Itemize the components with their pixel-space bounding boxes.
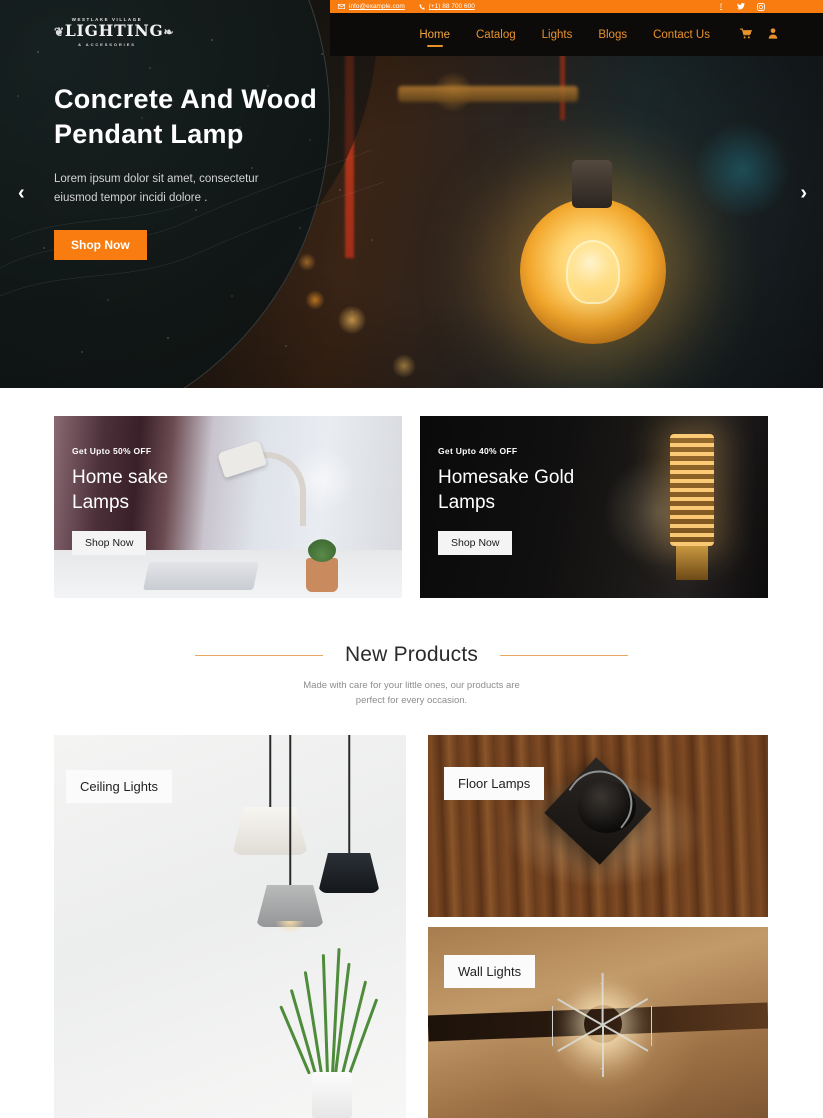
promo-left-title: Home sake Lamps	[72, 465, 168, 515]
top-contact-bar: info@example.com (+1) 88 700 600 f	[330, 0, 823, 13]
envelope-icon	[338, 4, 345, 9]
product-card-ceiling-lights[interactable]: Ceiling Lights	[54, 735, 406, 1118]
geometric-cage-lamp	[550, 973, 654, 1077]
hero-subtitle-line-2: eiusmod tempor incidi dolore .	[54, 192, 208, 204]
carousel-next-button[interactable]: ›	[800, 183, 807, 203]
site-logo[interactable]: WESTLAKE VILLAGE ❦LIGHTING❧ & ACCESSORIE…	[54, 17, 174, 47]
logo-ornament-left-icon: ❦	[54, 25, 65, 39]
section-title: New Products	[344, 643, 479, 666]
user-glyph-icon	[768, 27, 778, 39]
product-category-grid: Ceiling Lights Floor Lamps Wall Lights	[0, 735, 823, 1118]
promo-right-content: Get Upto 40% OFF Homesake Gold Lamps Sho…	[438, 446, 574, 555]
shopping-cart-icon[interactable]	[740, 27, 753, 42]
twitter-icon[interactable]	[737, 3, 745, 11]
heading-rule-right	[500, 654, 629, 656]
user-account-icon[interactable]	[768, 27, 778, 42]
hero-content: Concrete And Wood Pendant Lamp Lorem ips…	[54, 82, 394, 260]
gold-lamp-base	[676, 546, 708, 580]
promo-card-homesake-gold-lamps[interactable]: Get Upto 40% OFF Homesake Gold Lamps Sho…	[420, 416, 768, 598]
promo-right-title-line-1: Homesake Gold	[438, 467, 575, 488]
hero-title-line-1: Concrete And Wood	[54, 84, 318, 114]
logo-ornament-right-icon: ❧	[163, 25, 175, 39]
section-subtitle-line-2: perfect for every occasion.	[355, 695, 468, 706]
phone-text: (+1) 88 700 600	[428, 3, 475, 10]
floor-lamps-label: Floor Lamps	[444, 767, 545, 800]
pendant-shade	[318, 853, 380, 893]
section-subtitle: Made with care for your little ones, our…	[0, 678, 823, 708]
potted-plant-prop	[306, 538, 338, 592]
pendant-shade	[232, 807, 308, 855]
hero-subtitle: Lorem ipsum dolor sit amet, consectetur …	[54, 170, 394, 208]
nav-item-contact-us[interactable]: Contact Us	[653, 29, 710, 41]
promo-left-content: Get Upto 50% OFF Home sake Lamps Shop No…	[72, 446, 168, 555]
email-link[interactable]: info@example.com	[338, 3, 405, 10]
nav-item-catalog[interactable]: Catalog	[476, 29, 516, 41]
facebook-icon[interactable]: f	[717, 3, 725, 11]
section-subtitle-line-1: Made with care for your little ones, our…	[303, 680, 520, 691]
hero-title-line-2: Pendant Lamp	[54, 119, 244, 149]
page-root: ‹ › Concrete And Wood Pendant Lamp Lorem…	[0, 0, 823, 1118]
new-products-heading-block: New Products Made with care for your lit…	[0, 643, 823, 708]
logo-wordmark: ❦LIGHTING❧	[54, 22, 174, 41]
instagram-glyph-icon	[757, 2, 765, 11]
nav-item-blogs[interactable]: Blogs	[598, 29, 627, 41]
promo-left-shop-now-button[interactable]: Shop Now	[72, 531, 147, 555]
gold-lamp-body	[670, 434, 714, 546]
product-card-floor-lamps[interactable]: Floor Lamps	[428, 735, 768, 917]
promo-right-title: Homesake Gold Lamps	[438, 465, 574, 515]
promo-right-shop-now-button[interactable]: Shop Now	[438, 531, 513, 555]
hero-title: Concrete And Wood Pendant Lamp	[54, 82, 394, 152]
promo-card-homesake-lamps[interactable]: Get Upto 50% OFF Home sake Lamps Shop No…	[54, 416, 402, 598]
heading-rule-left	[194, 654, 323, 656]
grass-pot	[312, 1072, 352, 1118]
grass-plant-decoration	[279, 948, 379, 1118]
ceiling-lights-label: Ceiling Lights	[66, 770, 173, 803]
top-contact-group: info@example.com (+1) 88 700 600	[338, 3, 475, 10]
nav-item-home[interactable]: Home	[419, 29, 450, 41]
phone-link[interactable]: (+1) 88 700 600	[419, 3, 475, 10]
promo-right-title-line-2: Lamps	[438, 492, 496, 513]
phone-icon	[419, 4, 425, 9]
nav-icon-group	[740, 27, 778, 42]
instagram-icon[interactable]	[757, 2, 765, 11]
nav-item-lights[interactable]: Lights	[542, 29, 573, 41]
logo-wordmark-text: LIGHTING	[64, 21, 164, 40]
social-links: f	[717, 2, 815, 11]
promo-left-title-line-1: Home sake	[72, 467, 169, 488]
hero-subtitle-line-1: Lorem ipsum dolor sit amet, consectetur	[54, 173, 259, 185]
pendant-wire	[269, 735, 271, 807]
carousel-prev-button[interactable]: ‹	[18, 183, 25, 203]
heading-row: New Products	[0, 643, 823, 667]
promo-banner-section: Get Upto 50% OFF Home sake Lamps Shop No…	[0, 388, 823, 643]
hero-carousel: ‹ › Concrete And Wood Pendant Lamp Lorem…	[0, 0, 823, 388]
logo-tagline-bottom: & ACCESSORIES	[78, 42, 136, 47]
wall-lights-label: Wall Lights	[444, 955, 536, 988]
pendant-glow	[276, 921, 304, 933]
pendant-wire	[289, 735, 291, 885]
cart-glyph-icon	[740, 27, 753, 38]
product-card-wall-lights[interactable]: Wall Lights	[428, 927, 768, 1118]
twitter-bird-icon	[737, 3, 745, 10]
cage-bulb-glow	[584, 1005, 622, 1043]
promo-right-offer: Get Upto 40% OFF	[438, 446, 518, 456]
main-navigation: Home Catalog Lights Blogs Contact Us	[330, 13, 823, 56]
hero-shop-now-button[interactable]: Shop Now	[54, 230, 147, 260]
email-text: info@example.com	[349, 3, 405, 10]
promo-left-offer: Get Upto 50% OFF	[72, 446, 152, 456]
laptop-prop	[143, 562, 259, 590]
promo-left-title-line-2: Lamps	[72, 492, 130, 513]
pendant-wire	[348, 735, 350, 853]
